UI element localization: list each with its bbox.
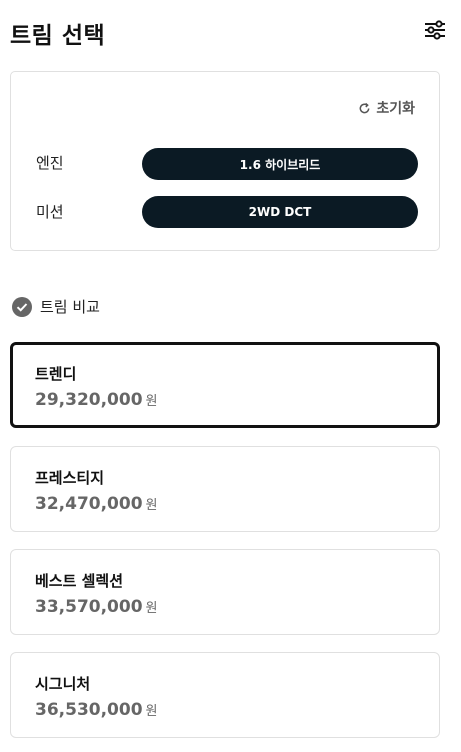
- trim-price: 29,320,000 원: [35, 390, 158, 410]
- check-circle-icon: [12, 296, 32, 317]
- reset-button[interactable]: 초기화: [358, 98, 415, 118]
- trim-price: 33,570,000 원: [35, 597, 158, 617]
- trim-compare-toggle[interactable]: 트림 비교: [12, 296, 100, 317]
- engine-select[interactable]: 1.6 하이브리드: [142, 148, 418, 180]
- trim-name: 시그니처: [35, 675, 91, 693]
- transmission-select[interactable]: 2WD DCT: [142, 196, 418, 228]
- engine-label: 엔진: [36, 154, 64, 172]
- transmission-label: 미션: [36, 203, 64, 221]
- trim-compare-label: 트림 비교: [40, 298, 100, 316]
- trim-name: 프레스티지: [35, 469, 105, 487]
- header: 트림 선택: [10, 14, 447, 50]
- trim-card-prestige[interactable]: 프레스티지 32,470,000 원: [10, 446, 440, 532]
- trim-card-best-selection[interactable]: 베스트 셀렉션 33,570,000 원: [10, 549, 440, 635]
- page-title: 트림 선택: [10, 23, 106, 49]
- trim-name: 트렌디: [35, 365, 77, 383]
- reset-label: 초기화: [376, 101, 415, 117]
- trim-card-signature[interactable]: 시그니처 36,530,000 원: [10, 652, 440, 738]
- trim-price: 36,530,000 원: [35, 700, 158, 720]
- trim-card-trendy[interactable]: 트렌디 29,320,000 원: [10, 342, 440, 428]
- refresh-icon: [359, 102, 370, 113]
- options-card: 초기화 엔진 1.6 하이브리드 미션 2WD DCT: [10, 71, 440, 251]
- sliders-icon: [425, 20, 445, 40]
- filter-button[interactable]: [423, 18, 447, 42]
- trim-price: 32,470,000 원: [35, 494, 158, 514]
- trim-name: 베스트 셀렉션: [35, 572, 124, 590]
